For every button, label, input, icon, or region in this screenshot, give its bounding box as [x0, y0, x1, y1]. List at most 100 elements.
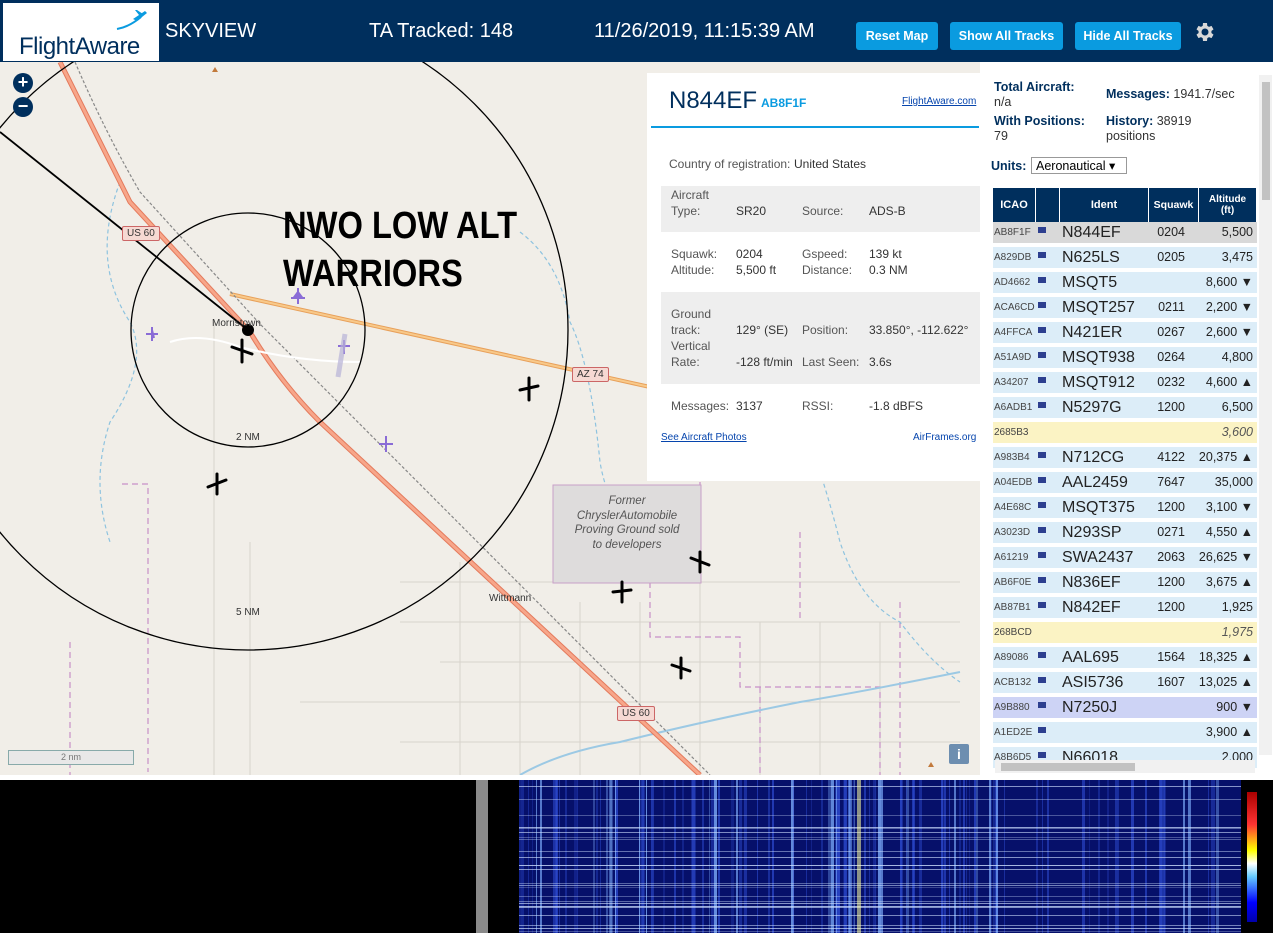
table-row[interactable]: ACB132 ASI5736 1607 13,025 ▲ — [993, 672, 1257, 695]
with-positions-label: With Positions: — [994, 114, 1085, 128]
history-unit: positions — [1106, 129, 1156, 143]
cell-squawk: 1200 — [1157, 575, 1185, 589]
airframes-link[interactable]: AirFrames.org — [913, 432, 976, 443]
selected-icao: AB8F1F — [761, 96, 807, 110]
cell-icao: A89086 — [994, 652, 1029, 663]
hide-all-tracks-button[interactable]: Hide All Tracks — [1075, 22, 1181, 50]
overlay-line-2: WARRIORS — [283, 253, 463, 295]
table-row[interactable]: AD4662 MSQT5 8,600 ▼ — [993, 272, 1257, 295]
cell-ident: N7250J — [1062, 699, 1118, 716]
map-info-button[interactable]: i — [949, 744, 969, 764]
table-row[interactable]: AB8F1F N844EF 0204 5,500 — [993, 222, 1257, 245]
cell-icao: A983B4 — [994, 452, 1030, 463]
track-row: Ground track: 129° (SE) Position: 33.850… — [661, 292, 981, 384]
selected-callsign: N844EF — [669, 87, 758, 114]
cell-altitude: 5,500 — [1221, 225, 1253, 239]
signal-scope — [0, 780, 476, 933]
table-row[interactable]: A51A9D MSQT938 0264 4,800 — [993, 347, 1257, 370]
cell-icao: A61219 — [994, 552, 1029, 563]
pane-divider[interactable] — [476, 780, 488, 933]
show-all-tracks-button[interactable]: Show All Tracks — [950, 22, 1063, 50]
panel-divider — [651, 126, 979, 128]
table-row[interactable]: ACA6CD MSQT257 0211 2,200 ▼ — [993, 297, 1257, 320]
table-row[interactable]: A3023D N293SP 0271 4,550 ▲ — [993, 522, 1257, 545]
cell-squawk: 1200 — [1157, 600, 1185, 614]
table-row[interactable]: 2685B3 3,600 — [993, 422, 1257, 445]
aircraft-label: Aircraft — [671, 188, 710, 202]
flightaware-logo[interactable]: FlightAware — [3, 3, 159, 61]
ground-label: Ground — [671, 307, 712, 321]
cell-squawk — [1143, 422, 1185, 443]
cell-altitude: 4,600 ▲ — [1205, 375, 1253, 389]
history-stat: History: 38919 — [1106, 114, 1192, 128]
map-overlay-title: NWO LOW ALT WARRIORS — [283, 202, 517, 298]
table-row[interactable]: A89086 AAL695 1564 18,325 ▲ — [993, 647, 1257, 670]
table-row[interactable]: A983B4 N712CG 4122 20,375 ▲ — [993, 447, 1257, 470]
cell-altitude: 3,675 ▲ — [1205, 575, 1253, 589]
cell-altitude: 18,325 ▲ — [1198, 650, 1253, 664]
cell-icao: A6ADB1 — [994, 402, 1033, 413]
cell-altitude: 1,925 — [1221, 600, 1253, 614]
rssi-value: -1.8 dBFS — [869, 399, 924, 413]
flightaware-link[interactable]: FlightAware.com — [902, 96, 976, 107]
messages-value: 3137 — [736, 399, 763, 413]
table-row[interactable]: A829DB N625LS 0205 3,475 — [993, 247, 1257, 270]
aircraft-type-row: Aircraft Type: SR20 Source: ADS-B — [661, 186, 981, 232]
proving-ground-label: Former ChryslerAutomobile Proving Ground… — [574, 495, 680, 551]
aircraft-photos-link[interactable]: See Aircraft Photos — [661, 432, 747, 443]
table-row[interactable]: A34207 MSQT912 0232 4,600 ▲ — [993, 372, 1257, 395]
table-row[interactable]: A4FFCA N421ER 0267 2,600 ▼ — [993, 322, 1257, 345]
messages-label: Messages: — [671, 399, 730, 413]
table-row[interactable]: AB6F0E N836EF 1200 3,675 ▲ — [993, 572, 1257, 595]
col-ident[interactable]: Ident — [1060, 188, 1149, 222]
units-select[interactable]: Aeronautical ▾ — [1031, 157, 1127, 174]
rssi-label: RSSI: — [802, 399, 834, 413]
range-ring-label-2: 2 NM — [236, 432, 260, 443]
cell-altitude: 4,800 — [1221, 350, 1253, 364]
cell-icao: A4FFCA — [994, 327, 1033, 338]
table-row[interactable]: A1ED2E 3,900 ▲ — [993, 722, 1257, 745]
town-label-wittmann: Wittmann — [489, 593, 532, 604]
cell-ident: MSQT938 — [1062, 349, 1135, 366]
col-flag[interactable] — [1036, 188, 1060, 222]
table-row[interactable]: 268BCD 1,975 — [993, 622, 1257, 645]
reset-map-button[interactable]: Reset Map — [856, 22, 938, 50]
cell-squawk — [1143, 272, 1185, 293]
table-row[interactable]: AB87B1 N842EF 1200 1,925 — [993, 597, 1257, 620]
cell-altitude: 3,475 — [1221, 250, 1253, 264]
vertical-scroll-thumb[interactable] — [1262, 82, 1270, 200]
cell-altitude: 2,600 ▼ — [1205, 325, 1253, 339]
table-row[interactable]: A04EDB AAL2459 7647 35,000 — [993, 472, 1257, 495]
cell-squawk: 2063 — [1157, 550, 1185, 564]
table-row[interactable]: A6ADB1 N5297G 1200 6,500 — [993, 397, 1257, 420]
squawk-label: Squawk: — [671, 247, 718, 261]
col-altitude[interactable]: Altitude (ft) — [1199, 188, 1257, 222]
cell-altitude: 3,100 ▼ — [1205, 500, 1253, 514]
cell-altitude: 13,025 ▲ — [1198, 675, 1253, 689]
col-icao[interactable]: ICAO — [993, 188, 1036, 222]
table-row[interactable]: A61219 SWA2437 2063 26,625 ▼ — [993, 547, 1257, 570]
table-row[interactable]: A4E68C MSQT375 1200 3,100 ▼ — [993, 497, 1257, 520]
cell-icao: A9B880 — [994, 702, 1030, 713]
cell-altitude: 26,625 ▼ — [1198, 550, 1253, 564]
cell-ident: AAL695 — [1062, 649, 1119, 666]
cell-altitude: 6,500 — [1221, 400, 1253, 414]
cell-altitude: 1,975 — [1221, 625, 1253, 639]
country-label: Country of registration: — [669, 157, 791, 171]
zoom-out-button[interactable]: − — [13, 97, 33, 117]
table-header: ICAO Ident Squawk Altitude (ft) — [993, 188, 1257, 222]
town-label-morristown: Morristown — [212, 318, 261, 329]
squawk-value: 0204 — [736, 247, 763, 261]
cell-icao: A51A9D — [994, 352, 1032, 363]
road-shield-us60: US 60 — [122, 226, 160, 241]
horizontal-scroll-thumb[interactable] — [1001, 763, 1135, 771]
cell-altitude: 3,600 — [1221, 425, 1253, 439]
zoom-in-button[interactable]: + — [13, 73, 33, 93]
table-row[interactable]: A9B880 N7250J 900 ▼ — [993, 697, 1257, 720]
gear-icon[interactable] — [1192, 20, 1216, 44]
selected-aircraft-panel: N844EF AB8F1F FlightAware.com Country of… — [647, 73, 981, 481]
cell-icao: A829DB — [994, 252, 1032, 263]
cell-squawk: 1200 — [1157, 400, 1185, 414]
col-squawk[interactable]: Squawk — [1149, 188, 1199, 222]
cell-ident: N844EF — [1062, 224, 1121, 241]
